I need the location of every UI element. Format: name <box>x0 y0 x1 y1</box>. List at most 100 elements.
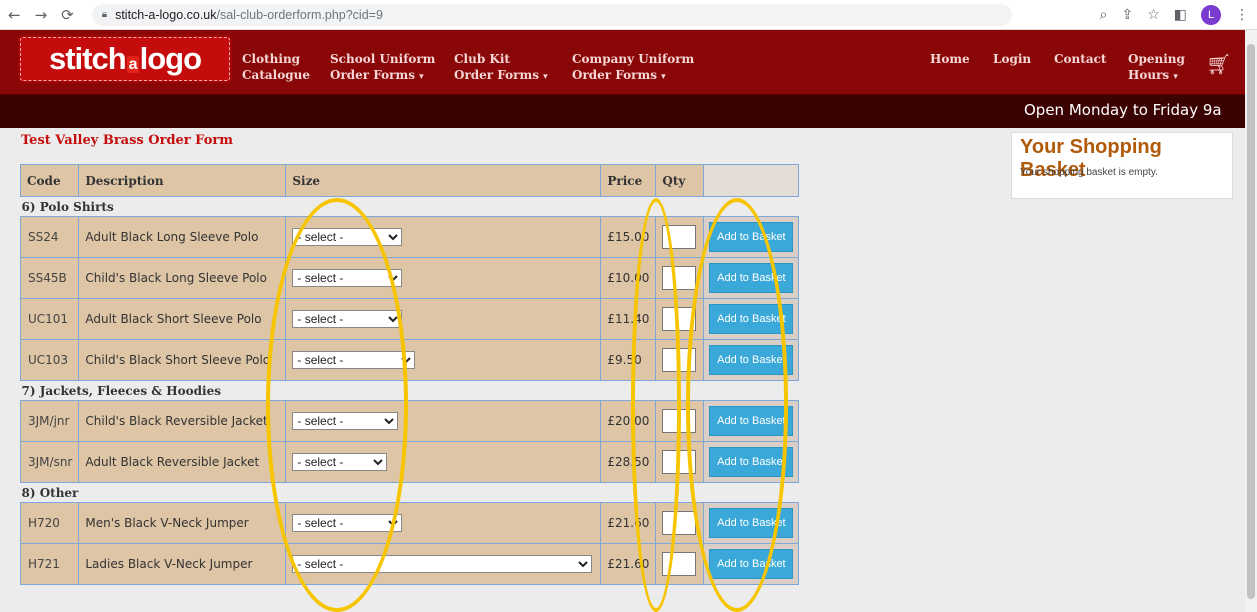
page-scrollbar[interactable] <box>1245 30 1257 612</box>
add-to-basket-button[interactable]: Add to Basket <box>709 508 794 538</box>
cart-icon[interactable]: 🛒︎ <box>1206 52 1231 76</box>
product-price: £15.00 <box>600 216 657 258</box>
nav-contact[interactable]: Contact <box>1054 51 1106 67</box>
product-price: £28.50 <box>600 441 657 483</box>
profile-avatar[interactable]: L <box>1201 5 1221 25</box>
qty-input[interactable] <box>662 450 697 474</box>
add-to-basket-button[interactable]: Add to Basket <box>709 345 794 375</box>
add-to-basket-button[interactable]: Add to Basket <box>709 304 794 334</box>
nav-club-kit-order-forms[interactable]: Club Kit Order Forms ▾ <box>454 51 548 85</box>
order-table: Code Description Size Price Qty 6) Polo … <box>19 164 800 585</box>
table-header-row: Code Description Size Price Qty <box>19 164 800 197</box>
nav-company-uniform-order-forms[interactable]: Company Uniform Order Forms ▾ <box>572 51 694 85</box>
chevron-down-icon: ▾ <box>1173 72 1178 82</box>
table-row: UC101 Adult Black Short Sleeve Polo - se… <box>19 298 800 340</box>
nav-opening-hours[interactable]: Opening Hours ▾ <box>1128 51 1185 85</box>
qty-input[interactable] <box>662 266 697 290</box>
table-row: SS24 Adult Black Long Sleeve Polo - sele… <box>19 216 800 258</box>
shopping-basket-panel: Your Shopping Basket Your shopping baske… <box>1011 132 1233 199</box>
ticker-text: Open Monday to Friday 9a <box>1024 101 1222 119</box>
product-price: £11.40 <box>600 298 657 340</box>
table-row: H720 Men's Black V-Neck Jumper - select … <box>19 502 800 544</box>
product-price: £10.00 <box>600 257 657 299</box>
action-cell: Add to Basket <box>703 257 800 299</box>
category-row: 6) Polo Shirts <box>20 196 799 217</box>
nav-school-uniform-order-forms[interactable]: School Uniform Order Forms ▾ <box>330 51 435 85</box>
qty-cell <box>655 502 705 544</box>
share-icon[interactable]: ⇪ <box>1121 7 1133 23</box>
category-row: 7) Jackets, Fleeces & Hoodies <box>20 380 799 401</box>
address-bar[interactable]: 🔒︎ stitch-a-logo.co.uk /sal-club-orderfo… <box>91 3 1012 26</box>
product-code: H720 <box>19 502 80 544</box>
side-panel-icon[interactable]: ◧ <box>1174 7 1187 23</box>
product-description: Adult Black Reversible Jacket <box>78 441 287 483</box>
size-cell: - select - <box>285 543 602 585</box>
size-cell: - select - <box>285 400 602 442</box>
size-select[interactable]: - select - <box>292 514 403 532</box>
qty-input[interactable] <box>662 307 697 331</box>
url-path: /sal-club-orderform.php?cid=9 <box>216 7 383 22</box>
size-cell: - select - <box>285 257 602 299</box>
browser-chrome: ← → ⟳ 🔒︎ stitch-a-logo.co.uk /sal-club-o… <box>0 0 1257 30</box>
qty-input[interactable] <box>662 225 697 249</box>
add-to-basket-button[interactable]: Add to Basket <box>709 406 794 436</box>
action-cell: Add to Basket <box>703 298 800 340</box>
qty-input[interactable] <box>662 409 697 433</box>
table-row: SS45B Child's Black Long Sleeve Polo - s… <box>19 257 800 299</box>
forward-arrow-icon[interactable]: → <box>35 6 48 24</box>
col-price: Price <box>600 164 657 197</box>
zoom-icon[interactable]: ⌕ <box>1100 7 1108 23</box>
chevron-down-icon: ▾ <box>419 72 424 82</box>
size-select[interactable]: - select - <box>292 412 399 430</box>
back-arrow-icon[interactable]: ← <box>8 6 21 24</box>
size-cell: - select - <box>285 216 602 258</box>
category-title: 7) Jackets, Fleeces & Hoodies <box>20 380 799 401</box>
col-size: Size <box>285 164 602 197</box>
col-description: Description <box>78 164 287 197</box>
product-description: Adult Black Long Sleeve Polo <box>78 216 287 258</box>
category-title: 8) Other <box>20 482 799 503</box>
add-to-basket-button[interactable]: Add to Basket <box>709 222 794 252</box>
site-logo[interactable]: stitch alogo <box>20 37 230 81</box>
size-select[interactable]: - select - <box>292 310 403 328</box>
add-to-basket-button[interactable]: Add to Basket <box>709 263 794 293</box>
product-description: Ladies Black V-Neck Jumper <box>78 543 287 585</box>
browser-toolbar: ⌕ ⇪ ☆ ◧ L ⋮ <box>1100 5 1249 25</box>
nav-clothing-catalogue[interactable]: Clothing Catalogue <box>242 51 310 83</box>
category-title: 6) Polo Shirts <box>20 196 799 217</box>
size-select[interactable]: - select - <box>292 351 416 369</box>
nav-home[interactable]: Home <box>930 51 970 67</box>
size-select[interactable]: - select - <box>292 555 593 573</box>
product-description: Men's Black V-Neck Jumper <box>78 502 287 544</box>
size-select[interactable]: - select - <box>292 453 388 471</box>
product-code: 3JM/snr <box>19 441 80 483</box>
reload-icon[interactable]: ⟳ <box>61 6 74 24</box>
product-code: SS45B <box>19 257 80 299</box>
nav-login[interactable]: Login <box>993 51 1031 67</box>
scrollbar-thumb[interactable] <box>1247 44 1255 599</box>
qty-input[interactable] <box>662 511 697 535</box>
product-price: £21.60 <box>600 543 657 585</box>
add-to-basket-button[interactable]: Add to Basket <box>709 447 794 477</box>
col-qty: Qty <box>655 164 705 197</box>
size-select[interactable]: - select - <box>292 228 403 246</box>
qty-input[interactable] <box>662 552 697 576</box>
page-title: Test Valley Brass Order Form <box>21 133 233 148</box>
size-select[interactable]: - select - <box>292 269 403 287</box>
qty-cell <box>655 257 705 299</box>
bookmark-star-icon[interactable]: ☆ <box>1147 7 1160 23</box>
lock-icon: 🔒︎ <box>101 9 108 20</box>
category-row: 8) Other <box>20 482 799 503</box>
kebab-menu-icon[interactable]: ⋮ <box>1235 7 1249 23</box>
add-to-basket-button[interactable]: Add to Basket <box>709 549 794 579</box>
qty-cell <box>655 216 705 258</box>
qty-cell <box>655 441 705 483</box>
size-cell: - select - <box>285 339 602 381</box>
table-row: 3JM/jnr Child's Black Reversible Jacket … <box>19 400 800 442</box>
table-row: 3JM/snr Adult Black Reversible Jacket - … <box>19 441 800 483</box>
table-row: UC103 Child's Black Short Sleeve Polo - … <box>19 339 800 381</box>
qty-input[interactable] <box>662 348 697 372</box>
qty-cell <box>655 339 705 381</box>
product-description: Adult Black Short Sleeve Polo <box>78 298 287 340</box>
table-row: H721 Ladies Black V-Neck Jumper - select… <box>19 543 800 585</box>
